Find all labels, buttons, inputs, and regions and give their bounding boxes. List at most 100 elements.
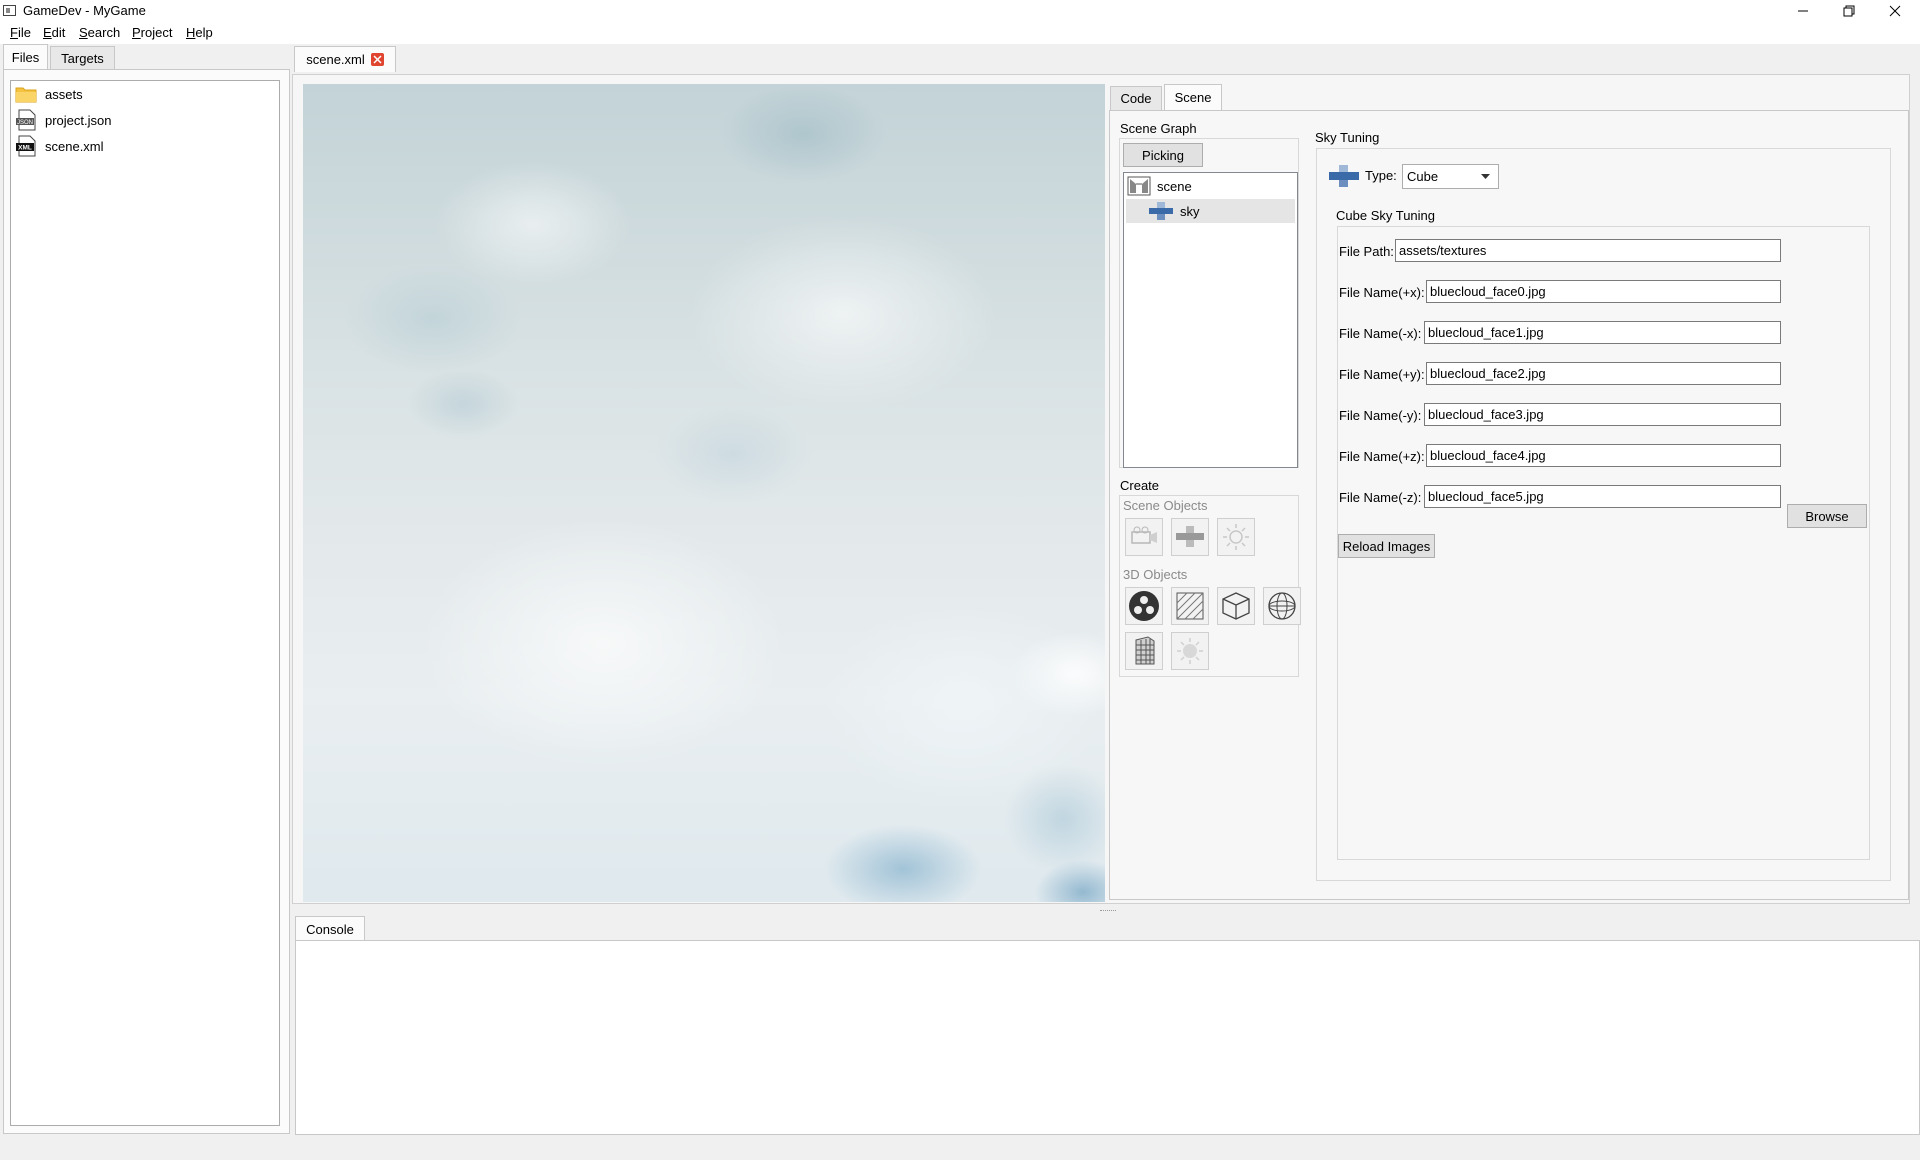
close-button[interactable] — [1872, 0, 1918, 22]
face-input-nx[interactable]: bluecloud_face1.jpg — [1424, 321, 1781, 344]
face-input-py[interactable]: bluecloud_face2.jpg — [1426, 362, 1781, 385]
plane-icon — [1176, 592, 1204, 620]
face-label-nx: File Name(-x): — [1339, 326, 1422, 341]
particles-icon — [1129, 591, 1159, 621]
svg-text:JSON: JSON — [17, 120, 33, 126]
file-item-assets[interactable]: assets — [15, 83, 83, 105]
close-icon — [1889, 5, 1901, 17]
menu-help[interactable]: Help — [186, 25, 213, 40]
create-light-button[interactable] — [1217, 518, 1255, 556]
reload-images-button[interactable]: Reload Images — [1338, 534, 1435, 558]
browse-button[interactable]: Browse — [1787, 504, 1867, 528]
restore-button[interactable] — [1826, 0, 1872, 22]
create-glow-light-button[interactable] — [1171, 632, 1209, 670]
create-plane-button[interactable] — [1171, 587, 1209, 625]
create-building-button[interactable] — [1125, 632, 1163, 670]
restore-icon — [1843, 5, 1855, 17]
3d-viewport[interactable] — [303, 84, 1105, 902]
face-input-ny[interactable]: bluecloud_face3.jpg — [1424, 403, 1781, 426]
tab-console[interactable]: Console — [295, 916, 365, 942]
menu-search-mnemonic: S — [79, 25, 88, 40]
face-value: bluecloud_face3.jpg — [1428, 407, 1544, 422]
face-value: bluecloud_face4.jpg — [1430, 448, 1546, 463]
browse-button-label: Browse — [1805, 508, 1849, 524]
menu-file-mnemonic: F — [10, 25, 18, 40]
file-item-scene-xml[interactable]: XML scene.xml — [15, 135, 104, 157]
close-tab-icon[interactable] — [370, 53, 384, 66]
folder-icon — [15, 87, 37, 103]
menu-edit-mnemonic: E — [43, 25, 52, 40]
face-label-nz: File Name(-z): — [1339, 490, 1422, 505]
sky-tuning-title: Sky Tuning — [1315, 130, 1380, 145]
create-title: Create — [1120, 478, 1160, 493]
face-input-nz[interactable]: bluecloud_face5.jpg — [1424, 485, 1781, 508]
tab-targets[interactable]: Targets — [50, 46, 115, 70]
picking-button[interactable]: Picking — [1123, 143, 1203, 167]
face-value: bluecloud_face0.jpg — [1430, 284, 1546, 299]
face-label-ny: File Name(-y): — [1339, 408, 1422, 423]
building-icon — [1135, 636, 1155, 665]
xml-file-icon: XML — [16, 135, 36, 157]
file-name: project.json — [45, 112, 112, 128]
scene-node-icon — [1127, 176, 1151, 196]
face-value: bluecloud_face5.jpg — [1428, 489, 1544, 504]
menu-project[interactable]: Project — [132, 25, 172, 40]
tab-scene-label: Scene — [1174, 90, 1212, 105]
reload-images-button-label: Reload Images — [1342, 538, 1431, 554]
type-label: Type: — [1365, 168, 1397, 183]
camera-icon — [1131, 526, 1157, 544]
tab-scene[interactable]: Scene — [1164, 84, 1222, 110]
create-particles-button[interactable] — [1125, 587, 1163, 625]
scene-tree[interactable]: scene sky — [1123, 172, 1298, 468]
tree-node-scene[interactable]: scene — [1126, 175, 1295, 197]
cube-sky-tuning-title: Cube Sky Tuning — [1336, 208, 1436, 223]
tree-node-label: scene — [1157, 178, 1192, 194]
menu-bar: File Edit Search Project Help — [0, 22, 1920, 44]
tree-node-sky[interactable]: sky — [1126, 199, 1295, 223]
glow-light-icon — [1177, 638, 1203, 664]
menu-edit[interactable]: Edit — [43, 25, 65, 40]
tab-code[interactable]: Code — [1110, 86, 1162, 110]
sky-patch — [823, 824, 983, 902]
file-tree[interactable]: assets JSON project.json XML scene.xml — [10, 80, 280, 1126]
tab-targets-label: Targets — [61, 51, 104, 66]
type-select[interactable]: Cube — [1402, 164, 1499, 189]
create-sphere-button[interactable] — [1263, 587, 1301, 625]
face-input-pz[interactable]: bluecloud_face4.jpg — [1426, 444, 1781, 467]
tab-files[interactable]: Files — [3, 44, 48, 70]
menu-project-mnemonic: P — [132, 25, 141, 40]
face-value: bluecloud_face2.jpg — [1430, 366, 1546, 381]
scene-objects-title: Scene Objects — [1123, 498, 1208, 513]
sphere-icon — [1268, 592, 1296, 620]
cloud-shadow — [653, 404, 813, 504]
create-cube-button[interactable] — [1217, 587, 1255, 625]
menu-search-label: earch — [87, 25, 121, 40]
console-output[interactable] — [295, 940, 1920, 1135]
minimize-button[interactable] — [1780, 0, 1826, 22]
file-path-value: assets/textures — [1399, 243, 1487, 258]
face-label-py: File Name(+y): — [1339, 367, 1425, 382]
create-sky-button[interactable] — [1171, 518, 1209, 556]
tab-console-label: Console — [306, 922, 354, 937]
tab-code-label: Code — [1120, 91, 1152, 106]
file-path-label: File Path: — [1339, 244, 1394, 259]
cube-icon — [1222, 592, 1250, 620]
menu-project-label: roject — [140, 25, 173, 40]
menu-help-label: elp — [195, 25, 213, 40]
app-icon — [3, 5, 16, 16]
face-input-px[interactable]: bluecloud_face0.jpg — [1426, 280, 1781, 303]
picking-button-label: Picking — [1142, 147, 1184, 163]
face-label-px: File Name(+x): — [1339, 285, 1425, 300]
tree-node-label: sky — [1180, 203, 1200, 219]
svg-text:XML: XML — [18, 145, 32, 152]
file-item-project-json[interactable]: JSON project.json — [15, 109, 111, 131]
minimize-icon — [1798, 10, 1808, 12]
menu-search[interactable]: Search — [79, 25, 120, 40]
file-path-input[interactable]: assets/textures — [1395, 239, 1781, 262]
sky-type-icon — [1329, 165, 1359, 187]
editor-tab-scene-xml[interactable]: scene.xml — [294, 46, 396, 72]
create-camera-button[interactable] — [1125, 518, 1163, 556]
menu-file[interactable]: File — [10, 25, 31, 40]
splitter-handle[interactable] — [1100, 910, 1116, 914]
menu-edit-label: dit — [51, 25, 66, 40]
